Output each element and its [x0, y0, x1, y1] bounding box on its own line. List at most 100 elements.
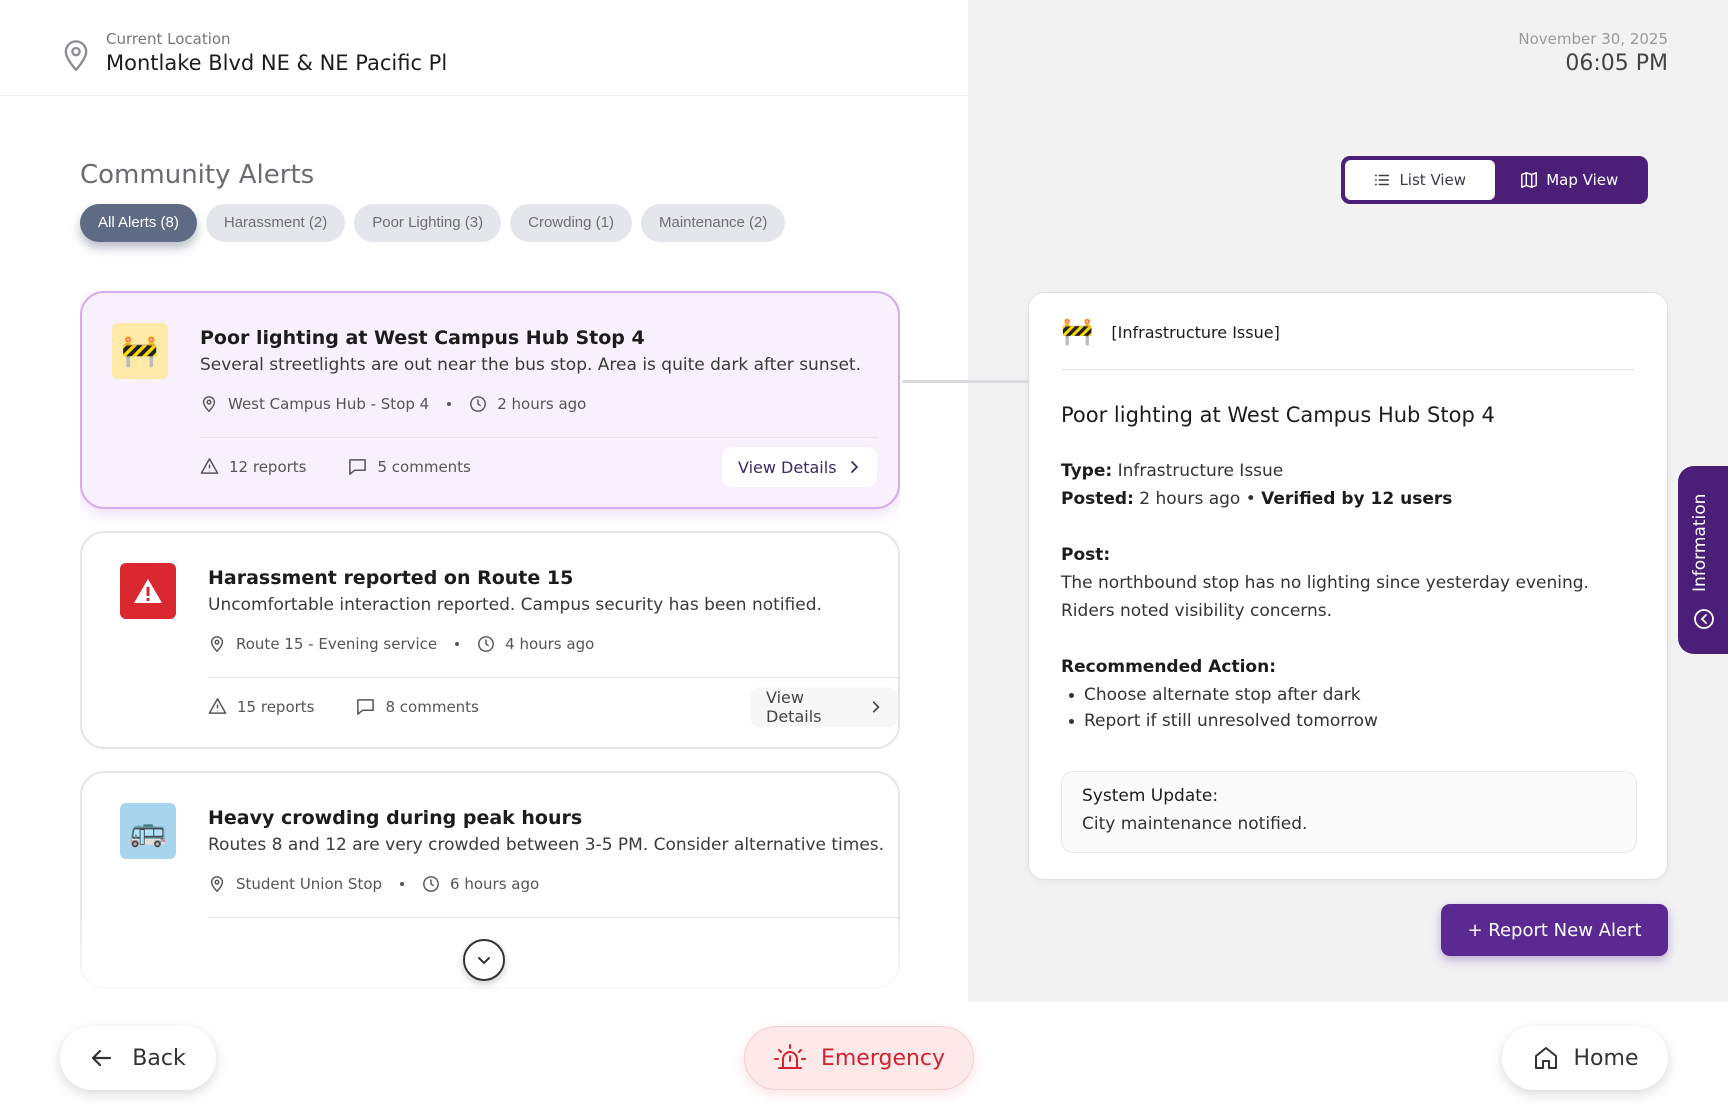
construction-barrier-icon: 🚧: [1061, 317, 1094, 347]
home-icon: [1534, 1047, 1557, 1069]
detail-category-label: [Infrastructure Issue]: [1111, 322, 1280, 342]
view-details-button[interactable]: View Details: [722, 447, 877, 487]
card-divider: [200, 437, 878, 438]
detail-posted-label: Posted:: [1061, 489, 1134, 509]
detail-post-heading: Post:: [1061, 545, 1110, 565]
system-update-label: System Update:: [1082, 786, 1219, 806]
list-view-label: List View: [1399, 171, 1467, 189]
alert-time: 6 hours ago: [450, 875, 540, 893]
warning-icon: [208, 698, 227, 714]
alert-time: 2 hours ago: [497, 395, 587, 413]
alert-time: 4 hours ago: [505, 635, 595, 653]
location-pin-icon: [210, 876, 224, 893]
alert-description: Uncomfortable interaction reported. Camp…: [208, 595, 822, 615]
alert-description: Several streetlights are out near the bu…: [200, 355, 861, 375]
card-connector-line: [902, 380, 1028, 383]
card-divider: [208, 677, 898, 678]
back-label: Back: [132, 1045, 186, 1071]
detail-title: Poor lighting at West Campus Hub Stop 4: [1061, 403, 1495, 427]
home-label: Home: [1573, 1045, 1639, 1071]
separator-dot: [400, 882, 405, 886]
current-time: 06:05 PM: [1565, 51, 1668, 76]
detail-posted-row: Posted: 2 hours ago • Verified by 12 use…: [1061, 489, 1452, 509]
separator-dot: [455, 642, 460, 646]
system-update-box: System Update: City maintenance notified…: [1061, 771, 1637, 853]
card-divider: [208, 917, 898, 918]
alert-detail-panel: 🚧 [Infrastructure Issue] Poor lighting a…: [1028, 292, 1668, 880]
alert-title: Poor lighting at West Campus Hub Stop 4: [200, 327, 645, 349]
view-details-label: View Details: [738, 457, 837, 477]
alert-card-harassment[interactable]: Harassment reported on Route 15 Uncomfor…: [80, 531, 900, 749]
emergency-button[interactable]: Emergency: [744, 1026, 974, 1090]
detail-category: 🚧 [Infrastructure Issue]: [1061, 317, 1280, 347]
filter-crowding[interactable]: Crowding (1): [510, 204, 632, 242]
filter-chips: All Alerts (8) Harassment (2) Poor Light…: [80, 204, 786, 242]
report-new-alert-button[interactable]: + Report New Alert: [1441, 904, 1668, 956]
arrow-left-icon: [92, 1049, 112, 1067]
map-icon: [1521, 172, 1538, 188]
alert-title: Heavy crowding during peak hours: [208, 807, 583, 829]
information-label: Information: [1690, 493, 1710, 592]
system-update-text: City maintenance notified.: [1082, 814, 1308, 834]
map-view-button[interactable]: Map View: [1495, 160, 1645, 200]
detail-type-row: Type: Infrastructure Issue: [1061, 461, 1283, 481]
warning-triangle-icon: [134, 579, 162, 603]
location-value: Montlake Blvd NE & NE Pacific Pl: [106, 51, 448, 75]
detail-action-list: Choose alternate stop after dark Report …: [1069, 685, 1378, 737]
comment-count: 8 comments: [385, 697, 479, 716]
siren-icon: [773, 1044, 806, 1069]
detail-post-line-1: The northbound stop has no lighting sinc…: [1061, 573, 1589, 593]
alert-meta: West Campus Hub - Stop 4 2 hours ago: [200, 395, 586, 413]
filter-all[interactable]: All Alerts (8): [80, 204, 197, 242]
filter-harassment[interactable]: Harassment (2): [205, 204, 346, 242]
current-date: November 30, 2025: [1518, 30, 1668, 48]
alert-location: Route 15 - Evening service: [236, 635, 438, 653]
scroll-down-button[interactable]: [463, 939, 505, 981]
report-count: 15 reports: [237, 697, 315, 716]
bus-icon: 🚌: [120, 803, 176, 859]
map-view-label: Map View: [1546, 171, 1619, 189]
comment-icon: [349, 459, 367, 475]
page-title: Community Alerts: [80, 160, 315, 190]
alert-card-poor-lighting[interactable]: 🚧 Poor lighting at West Campus Hub Stop …: [80, 291, 900, 509]
comment-count: 5 comments: [377, 457, 471, 476]
detail-verified: Verified by 12 users: [1261, 489, 1453, 509]
alert-stats: 12 reports 5 comments: [200, 457, 471, 476]
alert-list[interactable]: 🚧 Poor lighting at West Campus Hub Stop …: [80, 291, 900, 1003]
emergency-label: Emergency: [820, 1045, 946, 1071]
clock-icon: [470, 396, 487, 412]
chevron-right-icon: [872, 701, 880, 713]
detail-action-label: Recommended Action:: [1061, 657, 1276, 677]
list-icon: [1375, 174, 1390, 186]
alert-location: Student Union Stop: [236, 875, 383, 893]
information-side-tab[interactable]: Information: [1678, 466, 1728, 654]
detail-posted-value: 2 hours ago •: [1139, 489, 1256, 509]
separator-dot: [447, 402, 452, 406]
location-pin-icon: [64, 40, 88, 72]
location-label: Current Location: [106, 30, 231, 48]
report-count: 12 reports: [229, 457, 307, 476]
construction-barrier-icon: 🚧: [112, 323, 168, 379]
location-pin-icon: [202, 396, 216, 413]
chevron-down-icon: [478, 957, 490, 965]
back-button[interactable]: Back: [60, 1026, 216, 1090]
clock-icon: [478, 636, 495, 652]
list-view-button[interactable]: List View: [1345, 160, 1495, 200]
chevron-right-icon: [850, 461, 858, 473]
detail-type-value: Infrastructure Issue: [1117, 461, 1284, 481]
view-toggle: List View Map View: [1341, 156, 1648, 204]
detail-type-label: Type:: [1061, 461, 1113, 481]
filter-maintenance[interactable]: Maintenance (2): [641, 204, 786, 242]
detail-divider: [1061, 369, 1635, 370]
alert-description: Routes 8 and 12 are very crowded between…: [208, 835, 885, 855]
detail-post-line-2: Riders noted visibility concerns.: [1061, 601, 1333, 621]
view-details-button[interactable]: View Details: [750, 687, 898, 727]
alert-stats: 15 reports 8 comments: [208, 697, 479, 716]
warning-icon: [200, 458, 219, 474]
warning-triangle-icon: [120, 563, 176, 619]
location-pin-icon: [210, 636, 224, 653]
home-button[interactable]: Home: [1502, 1026, 1668, 1090]
action-item: Report if still unresolved tomorrow: [1069, 711, 1378, 731]
clock-icon: [423, 876, 439, 892]
filter-poor-lighting[interactable]: Poor Lighting (3): [354, 204, 502, 242]
